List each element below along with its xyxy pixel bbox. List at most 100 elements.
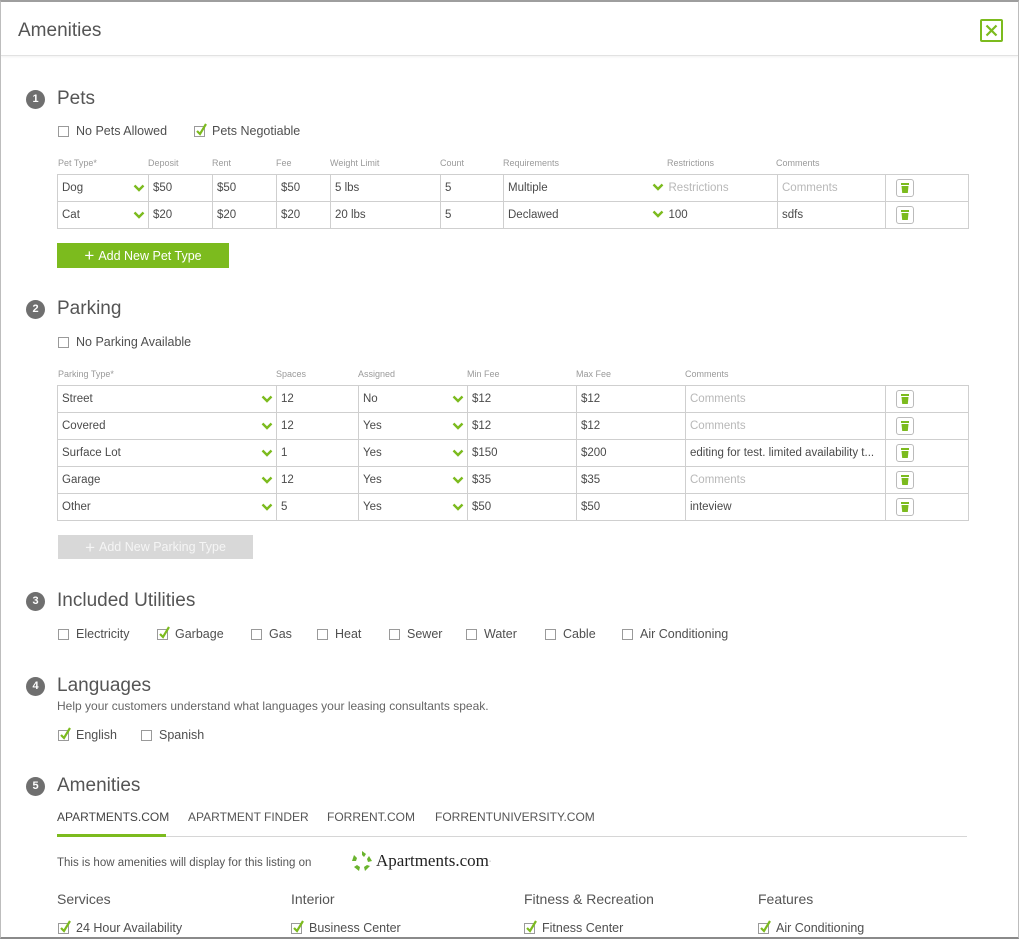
count-input[interactable]: 5: [440, 201, 504, 229]
utility-air-conditioning-checkbox[interactable]: Air Conditioning: [622, 627, 728, 641]
amenity-24-hour-availability-checkbox[interactable]: 24 Hour Availability: [58, 919, 182, 935]
spaces-input[interactable]: 1: [276, 439, 359, 467]
no-parking-available-checkbox[interactable]: No Parking Available: [58, 335, 191, 349]
add-new-pet-type-button[interactable]: + Add New Pet Type: [57, 243, 229, 268]
spaces-input[interactable]: 5: [276, 493, 359, 521]
utility-water-checkbox[interactable]: Water: [466, 627, 517, 641]
max-fee-input[interactable]: $12: [576, 412, 686, 440]
delete-row-button[interactable]: [896, 179, 914, 197]
rent-input[interactable]: $50: [212, 174, 277, 202]
max-fee-input[interactable]: $50: [576, 493, 686, 521]
utility-heat-checkbox[interactable]: Heat: [317, 627, 361, 641]
checkbox-checked[interactable]: [58, 726, 71, 741]
comments-input[interactable]: sdfs: [777, 201, 886, 229]
weight-limit-input[interactable]: 5 lbs: [330, 174, 441, 202]
close-button[interactable]: [980, 19, 1003, 42]
deposit-input[interactable]: $20: [148, 201, 213, 229]
checkbox-checked[interactable]: [758, 919, 771, 934]
checkbox-unchecked[interactable]: [58, 336, 69, 348]
min-fee-input[interactable]: $50: [467, 493, 577, 521]
utility-electricity-checkbox[interactable]: Electricity: [58, 627, 129, 641]
amenity-fitness-center-checkbox[interactable]: Fitness Center: [524, 919, 623, 935]
checkbox-unchecked[interactable]: [251, 628, 262, 640]
checkbox-checked[interactable]: [291, 919, 304, 934]
table-row: Cat $20 $20 $20 20 lbs 5 Declawed 100 sd…: [57, 201, 969, 229]
checkbox-unchecked[interactable]: [622, 628, 633, 640]
tab-forrentuniversity-com[interactable]: FORRENTUNIVERSITY.COM: [435, 810, 595, 837]
spaces-input[interactable]: 12: [276, 412, 359, 440]
assigned-select[interactable]: Yes: [358, 466, 468, 494]
amenity-business-center-checkbox[interactable]: Business Center: [291, 919, 401, 935]
no-pets-allowed-checkbox[interactable]: No Pets Allowed: [58, 124, 167, 138]
parking-type-select[interactable]: Garage: [57, 466, 277, 494]
max-fee-input[interactable]: $12: [576, 385, 686, 413]
table-row: Other 5 Yes $50 $50 inteview: [57, 493, 969, 521]
checkbox-unchecked[interactable]: [58, 628, 69, 640]
comments-input[interactable]: Comments: [685, 385, 886, 413]
pet-type-select[interactable]: Dog: [57, 174, 149, 202]
min-fee-input[interactable]: $35: [467, 466, 577, 494]
assigned-select[interactable]: Yes: [358, 493, 468, 521]
delete-row-button[interactable]: [896, 417, 914, 435]
language-spanish-checkbox[interactable]: Spanish: [141, 728, 204, 742]
restrictions-input[interactable]: Restrictions: [647, 174, 778, 202]
weight-limit-input[interactable]: 20 lbs: [330, 201, 441, 229]
parking-type-select[interactable]: Street: [57, 385, 277, 413]
spaces-input[interactable]: 12: [276, 466, 359, 494]
checkbox-checked[interactable]: [157, 625, 170, 640]
restrictions-input[interactable]: 100: [647, 201, 778, 229]
checkbox-unchecked[interactable]: [389, 628, 400, 640]
comments-input[interactable]: editing for test. limited availability t…: [685, 439, 886, 467]
utility-sewer-checkbox[interactable]: Sewer: [389, 627, 442, 641]
checkbox-checked[interactable]: [524, 919, 537, 934]
utility-cable-checkbox[interactable]: Cable: [545, 627, 596, 641]
column-header: Rent: [212, 158, 232, 168]
delete-row-button[interactable]: [896, 444, 914, 462]
comments-input[interactable]: Comments: [685, 466, 886, 494]
delete-row-button[interactable]: [896, 498, 914, 516]
assigned-select[interactable]: Yes: [358, 439, 468, 467]
checkbox-checked[interactable]: [194, 122, 207, 137]
delete-row-button[interactable]: [896, 390, 914, 408]
min-fee-input[interactable]: $12: [467, 385, 577, 413]
assigned-select[interactable]: Yes: [358, 412, 468, 440]
rent-input[interactable]: $20: [212, 201, 277, 229]
amenity-air-conditioning-checkbox[interactable]: Air Conditioning: [758, 919, 864, 935]
checkbox-unchecked[interactable]: [58, 125, 69, 137]
checkbox-unchecked[interactable]: [141, 729, 152, 741]
checkbox-unchecked[interactable]: [466, 628, 477, 640]
comments-input[interactable]: Comments: [685, 412, 886, 440]
checkbox-unchecked[interactable]: [545, 628, 556, 640]
delete-row-button[interactable]: [896, 206, 914, 224]
delete-row-button[interactable]: [896, 471, 914, 489]
max-fee-input[interactable]: $200: [576, 439, 686, 467]
comments-input[interactable]: Comments: [777, 174, 886, 202]
count-input[interactable]: 5: [440, 174, 504, 202]
parking-type-select[interactable]: Other: [57, 493, 277, 521]
tab-apartment-finder[interactable]: APARTMENT FINDER: [188, 810, 309, 837]
utility-gas-checkbox[interactable]: Gas: [251, 627, 292, 641]
assigned-select[interactable]: No: [358, 385, 468, 413]
parking-type-select[interactable]: Covered: [57, 412, 277, 440]
tab-apartments-com[interactable]: APARTMENTS.COM: [57, 810, 169, 837]
add-new-parking-type-button[interactable]: + Add New Parking Type: [58, 535, 253, 559]
pets-negotiable-checkbox[interactable]: Pets Negotiable: [194, 122, 300, 138]
checkbox-checked[interactable]: [58, 919, 71, 934]
tab-forrent-com[interactable]: FORRENT.COM: [327, 810, 415, 837]
max-fee-input[interactable]: $35: [576, 466, 686, 494]
fee-input[interactable]: $50: [276, 174, 331, 202]
fee-input[interactable]: $20: [276, 201, 331, 229]
deposit-input[interactable]: $50: [148, 174, 213, 202]
requirements-select[interactable]: Declawed: [503, 201, 648, 229]
spaces-input[interactable]: 12: [276, 385, 359, 413]
requirements-select[interactable]: Multiple: [503, 174, 648, 202]
comments-input[interactable]: inteview: [685, 493, 886, 521]
pet-type-select[interactable]: Cat: [57, 201, 149, 229]
parking-type-select[interactable]: Surface Lot: [57, 439, 277, 467]
min-fee-input[interactable]: $150: [467, 439, 577, 467]
min-fee-input[interactable]: $12: [467, 412, 577, 440]
language-english-checkbox[interactable]: English: [58, 726, 117, 742]
checkbox-unchecked[interactable]: [317, 628, 328, 640]
chevron-down-icon: [452, 503, 464, 511]
utility-garbage-checkbox[interactable]: Garbage: [157, 625, 224, 641]
